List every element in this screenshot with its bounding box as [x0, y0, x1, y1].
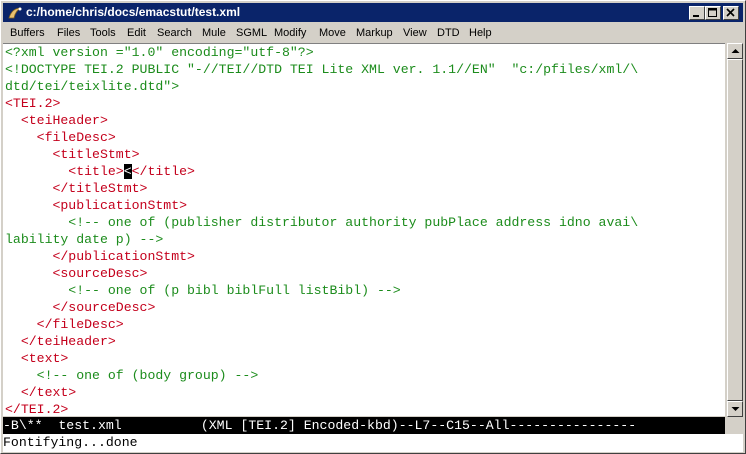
code-line: <fileDesc>: [5, 130, 116, 145]
code-line: <TEI.2>: [5, 96, 61, 111]
code-line: <!-- one of (p bibl biblFull listBibl) -…: [5, 283, 401, 298]
window-title: c:/home/chris/docs/emacstut/test.xml: [26, 5, 241, 19]
code-line: <!-- one of (publisher distributor autho…: [5, 215, 639, 230]
mode-line: -B\** test.xml (XML [TEI.2] Encoded-kbd)…: [3, 417, 725, 434]
menu-move[interactable]: Move: [319, 26, 346, 40]
minimize-icon: [693, 15, 699, 17]
code-line: lability date p) -->: [5, 232, 164, 247]
maximize-icon: [708, 8, 717, 17]
code-line: </text>: [5, 385, 77, 400]
menu-modify[interactable]: Modify: [274, 26, 306, 40]
code-line: <!-- one of (body group) -->: [5, 368, 259, 383]
vertical-scrollbar[interactable]: [727, 43, 743, 417]
emacs-app-icon[interactable]: [7, 5, 23, 21]
title-bar[interactable]: c:/home/chris/docs/emacstut/test.xml: [3, 3, 743, 22]
scroll-down-button[interactable]: [727, 401, 743, 417]
scrollbar-corner: [727, 417, 743, 434]
arrow-up-icon: [731, 49, 740, 53]
code-line: </publicationStmt>: [5, 249, 195, 264]
code-line: <publicationStmt>: [5, 198, 188, 213]
menu-search[interactable]: Search: [157, 26, 192, 40]
title-close-tag: </title>: [131, 164, 195, 179]
menu-mule[interactable]: Mule: [202, 26, 226, 40]
menu-markup[interactable]: Markup: [356, 26, 393, 40]
menu-edit[interactable]: Edit: [127, 26, 146, 40]
code-line: </teiHeader>: [5, 334, 116, 349]
menu-tools[interactable]: Tools: [90, 26, 116, 40]
code-line: dtd/tei/teixlite.dtd">: [5, 79, 180, 94]
menu-sgml[interactable]: SGML: [236, 26, 267, 40]
code-line: <text>: [5, 351, 69, 366]
close-icon: [726, 8, 735, 17]
maximize-button[interactable]: [705, 6, 721, 20]
menu-bar: Buffers Files Tools Edit Search Mule SGM…: [3, 23, 743, 43]
minimize-button[interactable]: [689, 6, 705, 20]
menu-dtd[interactable]: DTD: [437, 26, 460, 40]
text-cursor: <: [123, 164, 132, 179]
menu-help[interactable]: Help: [469, 26, 492, 40]
menu-view[interactable]: View: [403, 26, 427, 40]
code-line: <?xml version ="1.0" encoding="utf-8"?>: [5, 45, 314, 60]
code-line: </TEI.2>: [5, 402, 69, 417]
code-line: </titleStmt>: [5, 181, 148, 196]
arrow-down-icon: [731, 407, 740, 411]
code-line: <!DOCTYPE TEI.2 PUBLIC "-//TEI//DTD TEI …: [5, 62, 639, 77]
menu-files[interactable]: Files: [57, 26, 80, 40]
code-line: <teiHeader>: [5, 113, 108, 128]
scroll-thumb[interactable]: [727, 59, 743, 401]
scroll-up-button[interactable]: [727, 43, 743, 59]
menu-buffers[interactable]: Buffers: [10, 26, 45, 40]
echo-area: Fontifying...done: [3, 434, 743, 452]
editor-buffer[interactable]: <?xml version ="1.0" encoding="utf-8"?> …: [3, 43, 725, 417]
code-line: <titleStmt>: [5, 147, 140, 162]
code-line: <title><</title>: [5, 163, 195, 180]
emacs-window: c:/home/chris/docs/emacstut/test.xml Buf…: [0, 0, 746, 454]
code-line: </fileDesc>: [5, 317, 124, 332]
code-line: <sourceDesc>: [5, 266, 148, 281]
title-open-tag: <title>: [5, 164, 124, 179]
code-line: </sourceDesc>: [5, 300, 156, 315]
close-button[interactable]: [723, 6, 739, 20]
